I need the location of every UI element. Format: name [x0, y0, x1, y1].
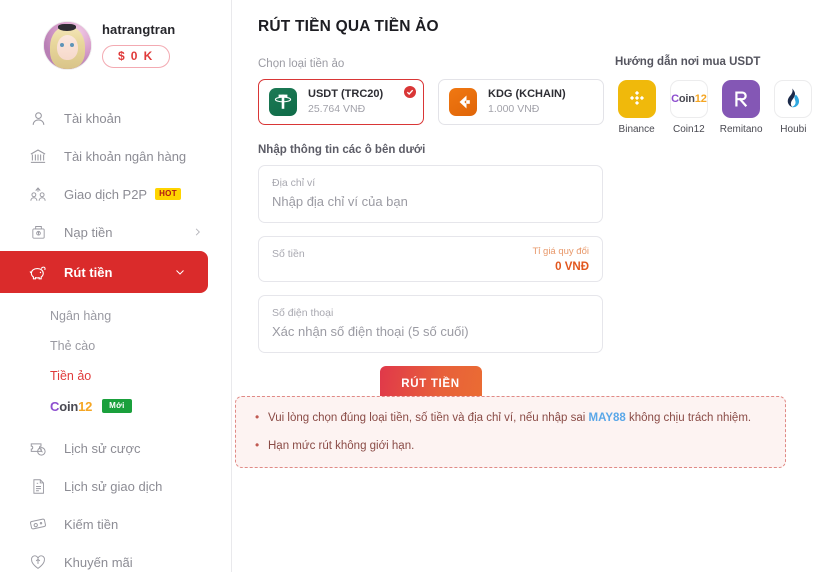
earn-money-icon — [26, 512, 50, 536]
username: hatrangtran — [102, 22, 176, 37]
guide-label: Houbi — [780, 124, 807, 135]
sidebar-item-label: Kiếm tiền — [64, 516, 119, 532]
brand-name: MAY88 — [588, 412, 626, 424]
coin-name: USDT (TRC20) — [308, 88, 384, 101]
form-section-label: Nhập thông tin các ô bên dưới — [258, 144, 426, 156]
sidebar-item-label: Lịch sử giao dịch — [64, 478, 163, 494]
sidebar-item-label: Rút tiền — [64, 264, 113, 280]
notice-prefix: Hạn mức rút không giới hạn. — [268, 439, 415, 452]
remitano-icon — [722, 80, 761, 118]
coin-card-usdt[interactable]: USDT (TRC20) 25.764 VNĐ — [258, 79, 424, 125]
tether-icon — [269, 88, 297, 116]
guide-label: Coin12 — [673, 124, 705, 135]
sidebar-item-khuyen-mai[interactable]: Khuyến mãi — [0, 543, 231, 572]
sidebar-item-label: Tài khoản — [64, 110, 122, 126]
sidebar-nav: Tài khoản Tài khoản ngân hàng Giao dịch … — [0, 99, 231, 293]
new-badge: Mới — [102, 399, 132, 413]
guide-title: Hướng dẫn nơi mua USDT — [615, 56, 761, 68]
rate-value: 0 VNĐ — [555, 260, 589, 273]
sidebar-item-lich-su-cuoc[interactable]: Lịch sử cược — [0, 429, 231, 467]
sidebar-item-tai-khoan-ngan-hang[interactable]: Tài khoản ngân hàng — [0, 137, 231, 175]
wallet-address-input[interactable]: Nhập địa chỉ ví của bạn — [272, 192, 589, 212]
sidebar-nav-bottom: Lịch sử cược Lịch sử giao dịch Kiếm tiền… — [0, 429, 231, 572]
phone-field[interactable]: Số điện thoại Xác nhận số điện thoại (5 … — [258, 295, 603, 354]
profile-block: hatrangtran $ 0 K — [0, 22, 231, 69]
subitem-label: Ngân hàng — [50, 309, 112, 323]
sidebar-subitem-the-cao[interactable]: Thẻ cào — [0, 331, 231, 361]
field-label: Số điện thoại — [272, 307, 334, 320]
guide-item-houbi[interactable]: Houbi — [772, 80, 815, 135]
conversion-rate: Tỉ giá quy đổi 0 VNĐ — [532, 246, 589, 276]
subitem-label: Tiền ảo — [50, 369, 92, 383]
kdg-chevron-icon — [449, 88, 477, 116]
bet-history-icon — [26, 436, 50, 460]
sidebar-item-label: Lịch sử cược — [64, 440, 141, 456]
sidebar-item-lich-su-giao-dich[interactable]: Lịch sử giao dịch — [0, 467, 231, 505]
coin-name: KDG (KCHAIN) — [488, 88, 566, 101]
sidebar-item-label: Tài khoản ngân hàng — [64, 148, 187, 164]
coin-card-kdg[interactable]: KDG (KCHAIN) 1.000 VNĐ — [438, 79, 604, 125]
sidebar-subnav: Ngân hàng Thẻ cào Tiền ảo Coin12 Mới — [0, 301, 231, 421]
guide-item-remitano[interactable]: Remitano — [720, 80, 763, 135]
piggy-bank-icon — [26, 260, 50, 284]
avatar[interactable] — [44, 22, 91, 69]
wallet-address-field[interactable]: Địa chỉ ví Nhập địa chỉ ví của bạn — [258, 165, 603, 224]
notice-box: Vui lòng chọn đúng loại tiền, số tiền và… — [235, 396, 786, 469]
sidebar-item-label: Nạp tiền — [64, 224, 113, 240]
sidebar-item-label: Khuyến mãi — [64, 554, 133, 570]
sidebar: hatrangtran $ 0 K Tài khoản Tài khoản ng… — [0, 0, 232, 572]
chevron-right-icon — [192, 227, 203, 238]
page-title: RÚT TIỀN QUA TIỀN ẢO — [258, 18, 439, 35]
field-label: Địa chỉ ví — [272, 177, 316, 189]
hot-badge: HOT — [155, 188, 181, 200]
sidebar-item-kiem-tien[interactable]: Kiếm tiền — [0, 505, 231, 543]
main-content: RÚT TIỀN QUA TIỀN ẢO Chọn loại tiền ảo U… — [232, 0, 833, 572]
houbi-flame-icon — [774, 80, 813, 118]
chevron-down-icon — [174, 266, 186, 278]
promotion-heart-icon — [26, 550, 50, 572]
coin12-icon: Coin12 — [50, 398, 93, 414]
notice-prefix: Vui lòng chọn đúng loại tiền, số tiền và… — [268, 412, 589, 424]
sidebar-item-rut-tien[interactable]: Rút tiền — [0, 251, 208, 293]
notice-suffix: không chịu trách nhiệm. — [625, 412, 752, 424]
p2p-people-icon — [26, 182, 50, 206]
binance-icon — [617, 80, 656, 118]
amount-field[interactable]: Số tiền Tỉ giá quy đổi 0 VNĐ — [258, 236, 603, 283]
buy-guide-panel: Hướng dẫn nơi mua USDT Binance Coin12 Co… — [615, 56, 815, 135]
balance-badge[interactable]: $ 0 K — [102, 45, 170, 68]
phone-input[interactable]: Xác nhận số điện thoại (5 số cuối) — [272, 322, 589, 342]
guide-item-binance[interactable]: Binance — [615, 80, 658, 135]
sidebar-item-nap-tien[interactable]: Nạp tiền — [0, 213, 231, 251]
sidebar-item-label: Giao dịch P2P — [64, 186, 148, 202]
coin12-icon: Coin12 — [669, 80, 708, 118]
guide-label: Binance — [618, 124, 655, 135]
sidebar-subitem-tien-ao[interactable]: Tiền ảo — [0, 361, 231, 391]
sidebar-subitem-ngan-hang[interactable]: Ngân hàng — [0, 301, 231, 331]
coin-rate: 25.764 VNĐ — [308, 102, 366, 115]
subitem-label: Thẻ cào — [50, 339, 96, 353]
bank-icon — [26, 144, 50, 168]
notice-item: Hạn mức rút không giới hạn. — [255, 437, 769, 455]
selected-check-icon — [404, 86, 416, 98]
sidebar-subitem-coin12[interactable]: Coin12 Mới — [0, 391, 231, 421]
rate-label: Tỉ giá quy đổi — [532, 246, 589, 258]
person-icon — [26, 106, 50, 130]
transaction-history-icon — [26, 474, 50, 498]
withdraw-crypto-page: hatrangtran $ 0 K Tài khoản Tài khoản ng… — [0, 0, 833, 572]
notice-item: Vui lòng chọn đúng loại tiền, số tiền và… — [255, 409, 769, 427]
atm-deposit-icon — [26, 220, 50, 244]
guide-label: Remitano — [719, 124, 763, 135]
sidebar-item-tai-khoan[interactable]: Tài khoản — [0, 99, 231, 137]
coin-rate: 1.000 VNĐ — [488, 102, 540, 115]
guide-item-coin12[interactable]: Coin12 Coin12 — [667, 80, 710, 135]
sidebar-item-giao-dich-p2p[interactable]: Giao dịch P2P HOT — [0, 175, 231, 213]
